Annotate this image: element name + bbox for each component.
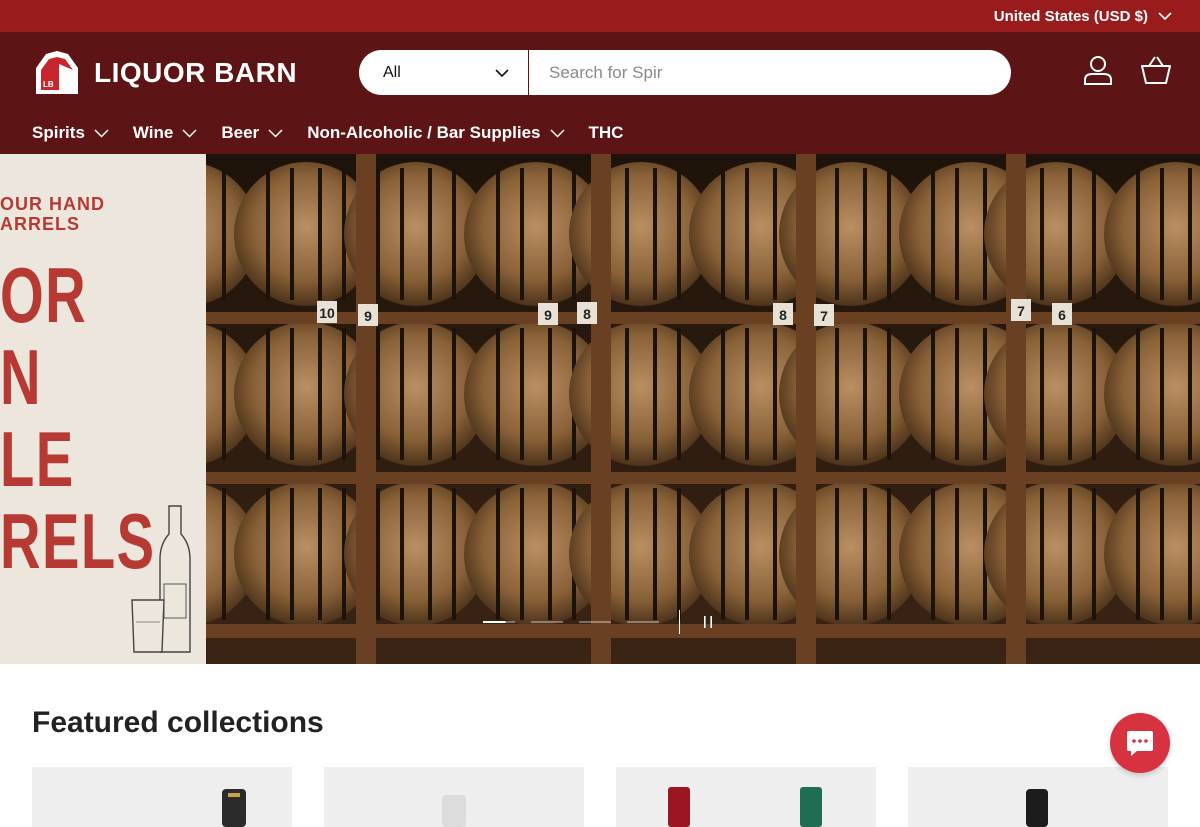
chevron-down-icon	[495, 68, 509, 77]
hero-tagline-line: ARRELS	[0, 214, 81, 234]
chevron-down-icon	[549, 128, 565, 138]
search-bar: All	[359, 50, 1011, 95]
chat-bubble-icon	[1127, 731, 1153, 756]
currency-selector[interactable]: United States (USD $)	[994, 0, 1172, 32]
hero-tagline: OUR HAND ARRELS	[0, 194, 105, 234]
barrel-number-label: 9	[364, 308, 372, 324]
bottle-and-glass-illustration	[131, 505, 191, 653]
barrel-warehouse-image: 10 9 9 8 8 7 7 6	[206, 154, 1200, 664]
logo[interactable]: LB LIQUOR BARN	[32, 50, 297, 96]
barrel-number-label: 7	[1017, 303, 1025, 319]
barn-logo-icon: LB	[36, 51, 78, 94]
hero-slideshow[interactable]: OUR HAND ARRELS OR N LE RELS 10 9 9 8 8 …	[0, 154, 1200, 664]
barrel-number-label: 7	[820, 308, 828, 324]
hero-tagline-line: OUR HAND	[0, 194, 105, 214]
barrel-number-label: 8	[583, 306, 591, 322]
chat-button[interactable]	[1110, 713, 1170, 773]
product-bottle-image	[442, 795, 466, 827]
nav-item-thc[interactable]: THC	[589, 123, 624, 143]
site-header: LB LIQUOR BARN All Spirits Wine Beer	[0, 32, 1200, 154]
product-bottle-image	[1026, 789, 1048, 827]
product-bottle-image	[668, 787, 822, 827]
pause-button[interactable]	[696, 610, 720, 634]
barrel-number-label: 6	[1058, 307, 1066, 323]
hero-headline-line: OR	[0, 251, 88, 339]
slide-indicator[interactable]	[579, 621, 611, 623]
slide-indicator[interactable]	[627, 621, 659, 623]
search-category-select[interactable]: All	[359, 50, 529, 95]
slideshow-controls	[483, 610, 720, 634]
currency-label: United States (USD $)	[993, 7, 1148, 25]
slide-indicator[interactable]	[531, 621, 563, 623]
pause-icon	[704, 616, 712, 628]
collection-card[interactable]	[908, 767, 1168, 827]
barrel-number-label: 10	[319, 305, 335, 321]
slideshow-divider	[679, 610, 680, 634]
chevron-down-icon	[94, 128, 109, 138]
hero-headline-line: N	[0, 333, 43, 421]
cart-icon[interactable]	[1140, 54, 1172, 86]
product-bottle-image	[222, 789, 246, 827]
chevron-down-icon	[268, 128, 283, 138]
hero-promo-panel: OUR HAND ARRELS OR N LE RELS	[0, 154, 206, 664]
svg-text:LB: LB	[43, 80, 54, 89]
announcement-bar: United States (USD $)	[0, 0, 1200, 32]
collection-card[interactable]	[32, 767, 292, 827]
slide-indicator[interactable]	[483, 621, 515, 623]
nav-item-label: THC	[588, 123, 624, 142]
account-icon[interactable]	[1082, 54, 1114, 86]
chevron-down-icon	[1158, 12, 1172, 21]
nav-item-non-alcoholic[interactable]: Non-Alcoholic / Bar Supplies	[307, 123, 565, 143]
hero-headline-line: LE	[0, 415, 75, 503]
nav-item-wine[interactable]: Wine	[133, 123, 197, 143]
nav-item-label: Spirits	[32, 123, 85, 142]
nav-item-beer[interactable]: Beer	[221, 123, 283, 143]
main-nav: Spirits Wine Beer Non-Alcoholic / Bar Su…	[32, 120, 647, 146]
chevron-down-icon	[182, 128, 197, 138]
search-category-value: All	[383, 63, 401, 81]
nav-item-spirits[interactable]: Spirits	[32, 123, 109, 143]
collection-card[interactable]	[616, 767, 876, 827]
nav-item-label: Non-Alcoholic / Bar Supplies	[307, 123, 541, 142]
search-input[interactable]	[529, 50, 1011, 95]
logo-text: LIQUOR BARN	[94, 57, 298, 88]
section-title: Featured collections	[32, 706, 324, 739]
barrel-number-label: 9	[544, 307, 552, 323]
barrel-number-label: 8	[779, 307, 787, 323]
collection-cards	[32, 767, 1168, 827]
nav-item-label: Beer	[221, 123, 260, 142]
nav-item-label: Wine	[132, 123, 174, 142]
collection-card[interactable]	[324, 767, 584, 827]
